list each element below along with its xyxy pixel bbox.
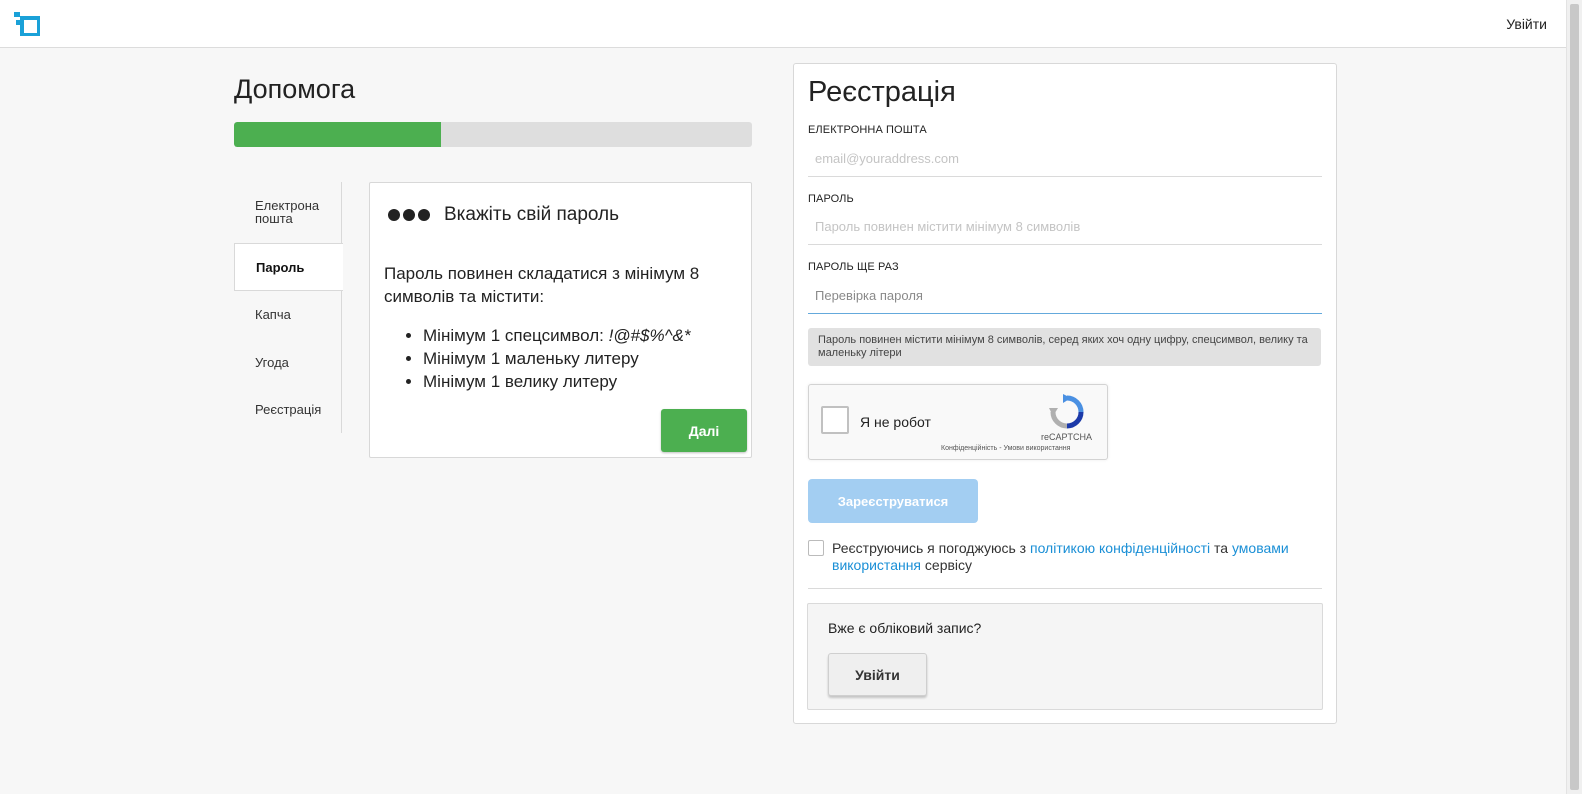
step-password-label: Пароль <box>256 260 305 275</box>
scrollbar-thumb[interactable] <box>1570 4 1579 790</box>
top-bar: Увійти <box>0 0 1566 48</box>
password-label: ПАРОЛЬ <box>808 193 854 205</box>
step-captcha-label: Капча <box>255 307 291 322</box>
next-button[interactable]: Далі <box>661 409 747 452</box>
agreement-suffix: сервісу <box>921 557 973 573</box>
password-hint: Пароль повинен містити мінімум 8 символі… <box>808 328 1321 366</box>
existing-account-panel: Вже є обліковий запис? Увійти <box>807 603 1323 710</box>
registration-card: Реєстрація ЕЛЕКТРОННА ПОШТА ПАРОЛЬ ПАРОЛ… <box>793 63 1337 724</box>
help-card-title: Вкажіть свій пароль <box>444 204 620 225</box>
help-title: Допомога <box>234 74 356 104</box>
email-label: ЕЛЕКТРОННА ПОШТА <box>808 124 927 136</box>
register-button[interactable]: Зареєструватися <box>808 479 978 523</box>
header-login-link[interactable]: Увійти <box>1506 16 1547 32</box>
email-field[interactable] <box>808 141 1322 177</box>
password-repeat-field[interactable] <box>808 278 1322 314</box>
recaptcha-icon <box>1049 394 1084 429</box>
password-field[interactable] <box>808 209 1322 245</box>
requirement-text: Мінімум 1 спецсимвол: <box>423 326 609 345</box>
site-logo-icon[interactable] <box>14 12 40 36</box>
help-progress-fill <box>234 122 442 147</box>
step-agreement[interactable]: Угода <box>234 356 342 369</box>
agreement-prefix: Реєструючись я погоджуюсь з <box>832 540 1030 556</box>
existing-account-question: Вже є обліковий запис? <box>828 620 982 636</box>
recaptcha-legal[interactable]: Конфіденційність - Умови використання <box>941 445 1070 452</box>
recaptcha-widget: Я не робот reCAPTCHA Конфіденційність - … <box>808 384 1108 460</box>
agreement-middle: та <box>1210 540 1232 556</box>
step-password[interactable]: Пароль <box>234 243 343 291</box>
registration-title: Реєстрація <box>808 76 956 108</box>
help-card: Вкажіть свій пароль Пароль повинен склад… <box>369 182 752 458</box>
login-button[interactable]: Увійти <box>828 653 927 696</box>
step-registration[interactable]: Реєстрація <box>234 403 342 416</box>
divider <box>808 588 1322 589</box>
page-scrollbar[interactable] <box>1566 0 1582 794</box>
requirement-item: Мінімум 1 маленьку литеру <box>423 347 691 370</box>
step-email-label: Електрона пошта <box>255 198 320 226</box>
agreement-text: Реєструючись я погоджуюсь з політикою ко… <box>832 540 1312 574</box>
recaptcha-checkbox[interactable] <box>821 406 849 434</box>
requirement-text: Мінімум 1 маленьку литеру <box>423 349 639 368</box>
step-captcha[interactable]: Капча <box>234 308 342 321</box>
requirement-text: Мінімум 1 велику литеру <box>423 372 618 391</box>
requirement-hint: !@#$%^&* <box>608 326 691 345</box>
step-registration-label: Реєстрація <box>255 402 322 417</box>
help-card-intro: Пароль повинен складатися з мінімум 8 си… <box>384 264 700 306</box>
requirements-list: Мінімум 1 спецсимвол: !@#$%^&* Мінімум 1… <box>423 324 691 393</box>
help-steps-nav: Електрона пошта Пароль Капча Угода Реєст… <box>234 182 343 433</box>
requirement-item: Мінімум 1 велику литеру <box>423 370 691 393</box>
help-progress-bar <box>234 122 752 147</box>
agreement-checkbox[interactable] <box>808 540 824 556</box>
requirement-item: Мінімум 1 спецсимвол: !@#$%^&* <box>423 324 691 347</box>
privacy-policy-link[interactable]: політикою конфіденційності <box>1030 540 1210 556</box>
step-email[interactable]: Електрона пошта <box>234 199 342 225</box>
password-dots-icon <box>388 209 430 221</box>
step-agreement-label: Угода <box>255 355 289 370</box>
recaptcha-label: Я не робот <box>860 414 931 430</box>
recaptcha-brand: reCAPTCHA <box>1041 432 1093 442</box>
password-repeat-label: ПАРОЛЬ ЩЕ РАЗ <box>808 261 899 273</box>
